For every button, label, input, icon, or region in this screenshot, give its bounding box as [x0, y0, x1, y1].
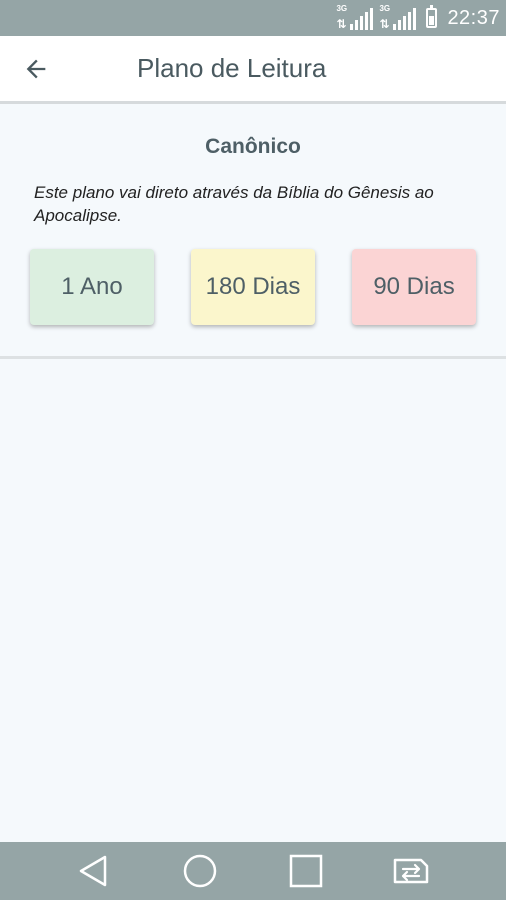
plan-option-180-days-button[interactable]: 180 Dias [191, 249, 315, 325]
status-bar: 3G ⇅ 3G ⇅ 22:37 [0, 0, 506, 36]
switch-sim-icon [393, 858, 428, 884]
system-nav-bar [0, 842, 506, 900]
back-button[interactable] [0, 35, 72, 103]
nav-home-button[interactable] [178, 849, 222, 893]
status-time: 22:37 [447, 6, 500, 29]
arrow-left-icon [26, 59, 46, 78]
signal-icon-2: 3G ⇅ [379, 4, 417, 30]
nav-switch-sim-button[interactable] [391, 849, 435, 893]
nav-back-button[interactable] [71, 849, 115, 893]
battery-icon [426, 5, 438, 28]
plan-description: Este plano vai direto através da Bíblia … [34, 183, 434, 225]
signal-icon: 3G ⇅ [336, 4, 374, 30]
back-triangle-icon [80, 855, 107, 887]
plan-name: Canônico [205, 135, 301, 158]
home-circle-icon [183, 854, 216, 888]
network-type-label: 3G [336, 4, 348, 13]
recents-square-icon [290, 854, 323, 888]
plan-option-90-days-button[interactable]: 90 Dias [352, 249, 476, 325]
nav-recents-button[interactable] [284, 849, 328, 893]
page-title: Plano de Leitura [137, 53, 327, 83]
app-bar: Plano de Leitura [0, 36, 506, 104]
network-type-label-2: 3G [379, 4, 391, 13]
plan-card: Canônico Este plano vai direto através d… [0, 107, 506, 359]
plan-option-1-year-button[interactable]: 1 Ano [30, 249, 154, 325]
